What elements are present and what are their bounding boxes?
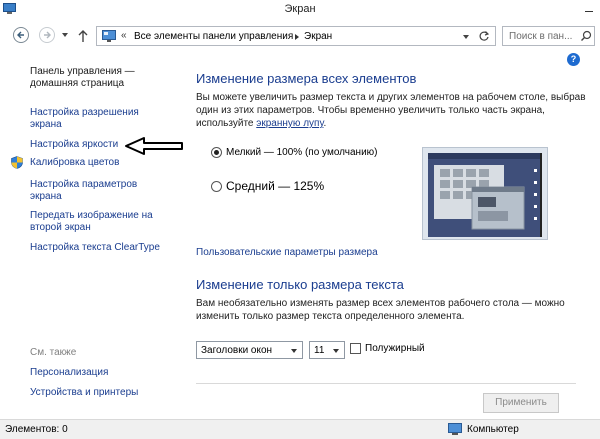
element-select-value: Заголовки окон [201,345,273,356]
resize-all-description: Вы можете увеличить размер текста и друг… [196,91,586,130]
back-button[interactable] [13,27,29,43]
element-select[interactable]: Заголовки окон [196,341,303,359]
uac-shield-icon [11,156,23,169]
bold-checkbox-row[interactable]: Полужирный [350,343,425,354]
chevron-down-icon [333,349,339,353]
chevron-down-icon [291,349,297,353]
nav-devices-printers[interactable]: Устройства и принтеры [30,387,138,399]
status-bar: Элементов: 0 Компьютер [0,419,600,439]
nav-adjust-resolution[interactable]: Настройка разрешения экрана [30,107,160,131]
arrow-right-icon [44,31,51,39]
annotation-arrow-icon [125,137,183,155]
minimize-button[interactable] [577,0,600,19]
magnifier-link[interactable]: экранную лупу [256,118,323,129]
help-icon[interactable]: ? [567,53,580,66]
radio-small-selected[interactable] [211,147,222,158]
refresh-icon[interactable] [478,30,490,42]
see-also-heading: См. также [30,347,77,358]
address-bar[interactable]: « Все элементы панели управления Экран [96,26,496,46]
heading-resize-all: Изменение размера всех элементов [196,71,417,86]
heading-text-size-only: Изменение только размера текста [196,277,404,292]
arrow-left-icon [17,31,24,39]
description-period: . [323,118,327,129]
breadcrumb-separator-icon[interactable] [295,34,299,40]
breadcrumb-display[interactable]: Экран [304,31,332,42]
option-medium-label: Средний — 125% [226,179,325,193]
control-panel-icon [102,30,116,42]
search-placeholder: Поиск в пан... [509,31,573,42]
description-text: Вы можете увеличить размер текста и друг… [196,92,586,129]
navigation-bar: « Все элементы панели управления Экран П… [0,21,600,50]
nav-display-settings[interactable]: Настройка параметров экрана [30,179,160,203]
up-arrow-icon[interactable] [76,28,90,44]
location-computer: Компьютер [467,424,519,435]
address-history-dropdown[interactable] [463,35,469,39]
option-medium-125[interactable]: Средний — 125% [211,179,324,193]
font-size-value: 11 [314,345,325,356]
bold-checkbox[interactable] [350,343,361,354]
window-title: Экран [284,3,316,15]
computer-icon [448,423,462,435]
item-count: Элементов: 0 [5,424,68,435]
breadcrumb-overflow-icon[interactable]: « [121,30,127,41]
nav-project-second-screen[interactable]: Передать изображение на второй экран [30,210,160,234]
breadcrumb-control-panel[interactable]: Все элементы панели управления [134,31,293,42]
radio-medium[interactable] [211,180,222,192]
title-bar: Экран [0,0,600,19]
size-preview-image [422,147,548,240]
font-size-select[interactable]: 11 [309,341,345,359]
custom-size-options-link[interactable]: Пользовательские параметры размера [196,247,378,258]
nav-personalization[interactable]: Персонализация [30,367,108,379]
search-input[interactable]: Поиск в пан... [502,26,595,46]
option-small-100[interactable]: Мелкий — 100% (по умолчанию) [211,147,377,158]
nav-cleartype-text[interactable]: Настройка текста ClearType [30,242,170,254]
nav-control-panel-home[interactable]: Панель управления — домашняя страница [30,66,170,90]
recent-locations-dropdown[interactable] [62,33,68,37]
text-size-description: Вам необязательно изменять размер всех э… [196,298,565,322]
apply-button[interactable]: Применить [483,393,559,413]
search-icon[interactable] [580,30,592,42]
nav-calibrate-color[interactable]: Калибровка цветов [30,157,160,169]
forward-button[interactable] [39,27,55,43]
minimize-icon [585,11,593,12]
option-small-label: Мелкий — 100% (по умолчанию) [226,147,378,158]
bold-label: Полужирный [365,343,425,354]
divider [196,383,576,384]
